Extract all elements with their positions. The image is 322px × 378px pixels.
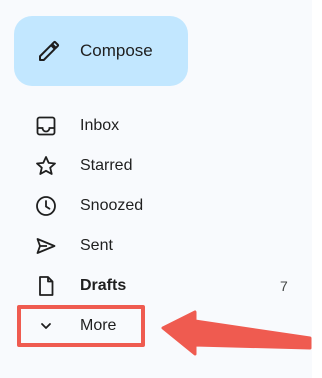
send-icon [36, 238, 56, 254]
sidebar-item-inbox[interactable]: Inbox [0, 106, 312, 146]
sidebar-item-label: Starred [80, 157, 133, 174]
sidebar-item-drafts[interactable]: Drafts 7 [0, 266, 312, 306]
pencil-icon [39, 41, 59, 61]
sidebar-item-label: More [80, 317, 117, 334]
sidebar-item-starred[interactable]: Starred [0, 146, 312, 186]
sidebar-item-label: Snoozed [80, 197, 144, 214]
sidebar-item-label: Inbox [80, 117, 120, 134]
star-icon [36, 156, 56, 175]
sidebar-nav: Inbox Starred Snoozed Sent Drafts 7 More [0, 106, 312, 346]
inbox-icon [36, 116, 56, 136]
draft-icon [39, 276, 54, 296]
compose-button[interactable]: Compose [14, 16, 188, 86]
drafts-count-badge: 7 [280, 278, 288, 294]
chevron-down-icon [41, 323, 51, 329]
sidebar-item-more[interactable]: More [0, 306, 312, 346]
sidebar-item-label: Sent [80, 237, 113, 254]
sidebar-item-snoozed[interactable]: Snoozed [0, 186, 312, 226]
content-edge [312, 0, 322, 378]
clock-icon [36, 196, 56, 216]
compose-label: Compose [80, 41, 153, 60]
sidebar-item-sent[interactable]: Sent [0, 226, 312, 266]
sidebar-item-label: Drafts [80, 277, 127, 294]
